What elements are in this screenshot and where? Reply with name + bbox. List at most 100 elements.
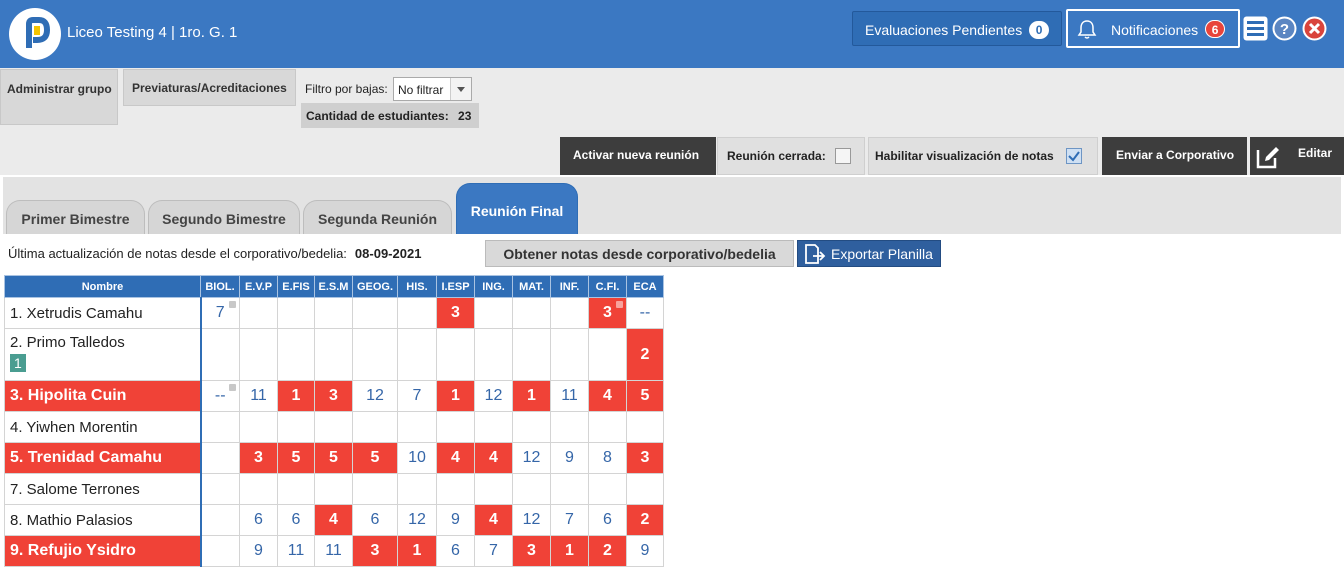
tab-segundo-bimestre[interactable]: Segundo Bimestre (148, 200, 300, 234)
grade-cell[interactable]: 6 (436, 535, 475, 567)
grade-cell[interactable]: 12 (512, 504, 551, 536)
grade-cell[interactable] (314, 328, 353, 381)
grade-cell[interactable]: 5 (277, 442, 315, 474)
grade-cell[interactable] (199, 504, 240, 536)
send-corporate-button[interactable]: Enviar a Corporativo (1102, 137, 1247, 175)
column-header[interactable]: E.S.M (314, 275, 353, 298)
grade-cell[interactable] (352, 473, 398, 505)
grade-cell[interactable]: 4 (474, 442, 513, 474)
grade-cell[interactable] (352, 328, 398, 381)
grade-cell[interactable] (239, 411, 278, 443)
grade-cell[interactable]: 12 (474, 380, 513, 412)
grade-cell[interactable]: 9 (239, 535, 278, 567)
grade-cell[interactable]: 3 (512, 535, 551, 567)
grade-cell[interactable] (199, 442, 240, 474)
grade-cell[interactable]: 6 (352, 504, 398, 536)
grade-cell[interactable] (474, 328, 513, 381)
grade-cell[interactable] (397, 473, 437, 505)
grade-cell[interactable]: 4 (436, 442, 475, 474)
grade-cell[interactable] (397, 411, 437, 443)
grade-cell[interactable]: 2 (626, 504, 664, 536)
grade-cell[interactable]: 6 (239, 504, 278, 536)
grade-cell[interactable]: 12 (352, 380, 398, 412)
grade-cell[interactable]: 1 (397, 535, 437, 567)
edit-button[interactable]: Editar (1250, 137, 1344, 175)
grade-cell[interactable]: 3 (588, 297, 627, 329)
grade-cell[interactable] (436, 328, 475, 381)
grade-cell[interactable] (352, 411, 398, 443)
student-name[interactable]: 7. Salome Terrones (4, 473, 201, 505)
column-header[interactable]: GEOG. (352, 275, 398, 298)
grade-cell[interactable]: 3 (352, 535, 398, 567)
grade-cell[interactable]: 1 (436, 380, 475, 412)
grade-cell[interactable]: 11 (277, 535, 315, 567)
grade-cell[interactable]: 11 (314, 535, 353, 567)
grade-cell[interactable]: 11 (239, 380, 278, 412)
student-name[interactable]: 8. Mathio Palasios (4, 504, 201, 536)
grade-cell[interactable]: 5 (626, 380, 664, 412)
grade-cell[interactable] (550, 297, 589, 329)
grade-cell[interactable]: 7 (397, 380, 437, 412)
grade-cell[interactable] (352, 297, 398, 329)
column-header[interactable]: Nombre (4, 275, 201, 298)
grade-cell[interactable]: 3 (626, 442, 664, 474)
column-header[interactable]: I.ESP (436, 275, 475, 298)
grade-cell[interactable] (277, 473, 315, 505)
grade-cell[interactable]: 2 (588, 535, 627, 567)
grade-cell[interactable]: 4 (474, 504, 513, 536)
help-icon[interactable]: ? (1272, 16, 1297, 41)
grade-cell[interactable] (436, 411, 475, 443)
grade-cell[interactable]: 3 (436, 297, 475, 329)
menu-list-icon[interactable] (1243, 16, 1268, 41)
grade-cell[interactable]: 7 (199, 297, 240, 329)
meeting-closed-checkbox[interactable] (835, 148, 851, 164)
grade-cell[interactable] (588, 473, 627, 505)
grade-cell[interactable] (550, 328, 589, 381)
grade-cell[interactable] (199, 535, 240, 567)
grade-cell[interactable]: 6 (277, 504, 315, 536)
grade-cell[interactable]: 3 (314, 380, 353, 412)
grade-cell[interactable] (199, 328, 240, 381)
grade-cell[interactable]: 9 (626, 535, 664, 567)
grade-cell[interactable] (397, 297, 437, 329)
grade-cell[interactable] (314, 473, 353, 505)
grade-cell[interactable]: 4 (314, 504, 353, 536)
grade-cell[interactable] (512, 328, 551, 381)
grade-cell[interactable]: 12 (512, 442, 551, 474)
column-header[interactable]: E.FIS (277, 275, 315, 298)
grade-cell[interactable]: -- (626, 297, 664, 329)
grade-cell[interactable]: 5 (352, 442, 398, 474)
grade-cell[interactable]: 4 (588, 380, 627, 412)
student-name-cell[interactable]: 2. Primo Talledos 1 (4, 328, 201, 381)
grade-cell[interactable] (314, 411, 353, 443)
grade-cell[interactable] (626, 411, 664, 443)
grade-cell[interactable] (474, 473, 513, 505)
student-name[interactable]: 5. Trenidad Camahu (4, 442, 201, 474)
export-sheet-button[interactable]: Exportar Planilla (797, 240, 941, 267)
grade-cell[interactable]: 10 (397, 442, 437, 474)
grade-cell[interactable]: 3 (239, 442, 278, 474)
column-header[interactable]: MAT. (512, 275, 551, 298)
grade-cell[interactable] (314, 297, 353, 329)
grade-cell[interactable] (277, 411, 315, 443)
grade-cell[interactable]: 7 (550, 504, 589, 536)
grade-cell[interactable] (550, 473, 589, 505)
column-header[interactable]: ECA (626, 275, 664, 298)
grade-cell[interactable]: 9 (550, 442, 589, 474)
grade-cell[interactable]: 12 (397, 504, 437, 536)
grade-cell[interactable] (512, 473, 551, 505)
grade-cell[interactable] (239, 473, 278, 505)
grade-cell[interactable]: 1 (277, 380, 315, 412)
column-header[interactable]: C.FI. (588, 275, 627, 298)
grade-cell[interactable] (626, 473, 664, 505)
grade-cell[interactable] (512, 411, 551, 443)
grade-cell[interactable]: 2 (626, 328, 664, 381)
grade-cell[interactable] (436, 473, 475, 505)
tab-primer-bimestre[interactable]: Primer Bimestre (6, 200, 145, 234)
grade-cell[interactable] (474, 411, 513, 443)
grade-cell[interactable]: 9 (436, 504, 475, 536)
close-icon[interactable] (1302, 16, 1327, 41)
column-header[interactable]: E.V.P (239, 275, 278, 298)
column-header[interactable]: BIOL. (200, 275, 240, 298)
enable-grades-checkbox[interactable] (1066, 148, 1082, 164)
